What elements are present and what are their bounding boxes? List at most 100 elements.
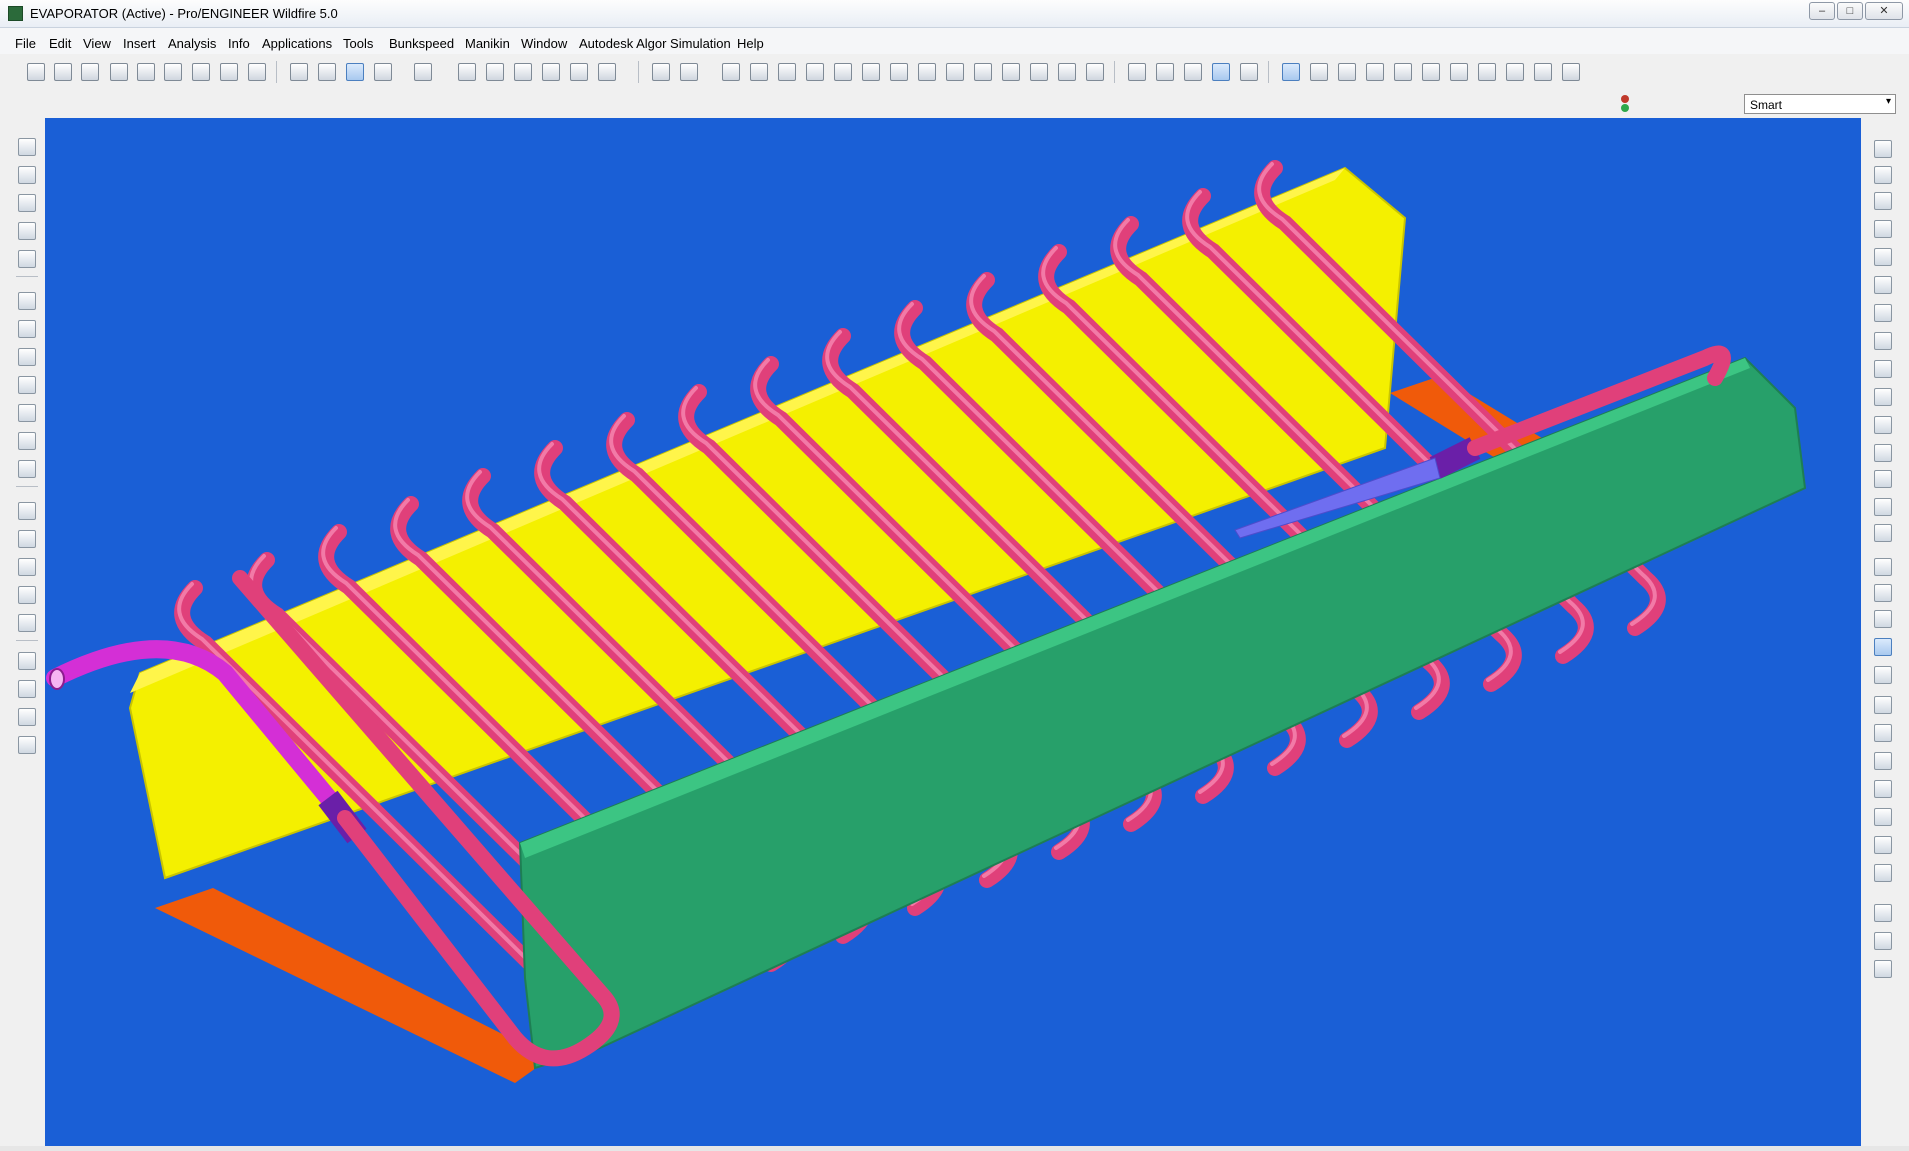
shading-icon[interactable]	[1874, 638, 1892, 656]
regenerate-icon[interactable]	[1874, 192, 1892, 210]
analysis-icon[interactable]	[1874, 932, 1892, 950]
edit-icon[interactable]	[192, 63, 210, 81]
view-manager-icon[interactable]	[1030, 63, 1048, 81]
display-icon[interactable]	[1422, 63, 1440, 81]
revolve-icon[interactable]	[18, 166, 36, 184]
point-icon[interactable]	[1338, 63, 1356, 81]
style-icon[interactable]	[18, 652, 36, 670]
save-icon[interactable]	[1874, 276, 1892, 294]
zoom-in-icon[interactable]	[1874, 388, 1892, 406]
export-icon[interactable]	[1874, 332, 1892, 350]
datum-planes-icon[interactable]	[1282, 63, 1300, 81]
menu-help[interactable]: Help	[737, 36, 764, 51]
video-icon[interactable]	[290, 63, 308, 81]
layers-icon[interactable]	[1874, 166, 1892, 184]
menu-insert[interactable]: Insert	[123, 36, 156, 51]
surface-icon[interactable]	[1874, 666, 1892, 684]
coord-sys-icon[interactable]	[652, 63, 670, 81]
menu-analysis[interactable]: Analysis	[168, 36, 216, 51]
offset-icon[interactable]	[18, 614, 36, 632]
datum-plane-tool-icon[interactable]	[1450, 63, 1468, 81]
saved-views-icon[interactable]	[974, 63, 992, 81]
close-button[interactable]: ✕	[1865, 2, 1903, 20]
datum-plane-icon[interactable]	[1874, 724, 1892, 742]
copy-icon[interactable]	[486, 63, 504, 81]
csys-display-icon[interactable]	[1366, 63, 1384, 81]
blend-icon[interactable]	[18, 222, 36, 240]
sketch-icon[interactable]	[1086, 63, 1104, 81]
close-icon[interactable]	[1562, 63, 1580, 81]
pattern-icon[interactable]	[18, 558, 36, 576]
binoculars-icon[interactable]	[570, 63, 588, 81]
wireframe-icon[interactable]	[1128, 63, 1146, 81]
csys-icon[interactable]	[1874, 836, 1892, 854]
no-hidden-icon[interactable]	[1874, 610, 1892, 628]
graphics-viewport[interactable]	[45, 118, 1861, 1146]
boundary-icon[interactable]	[18, 250, 36, 268]
connect-icon[interactable]	[750, 63, 768, 81]
menu-tools[interactable]: Tools	[343, 36, 373, 51]
pan-icon[interactable]	[806, 63, 824, 81]
menu-applications[interactable]: Applications	[262, 36, 332, 51]
measure-icon[interactable]	[1058, 63, 1076, 81]
close-icon[interactable]	[1874, 864, 1892, 882]
wireframe-icon[interactable]	[1874, 558, 1892, 576]
open-icon[interactable]	[1874, 248, 1892, 266]
window-icon[interactable]	[1874, 220, 1892, 238]
undo-icon[interactable]	[374, 63, 392, 81]
close-window-icon[interactable]	[54, 63, 72, 81]
rib-icon[interactable]	[18, 348, 36, 366]
menu-bunkspeed[interactable]: Bunkspeed	[389, 36, 454, 51]
binoculars-icon[interactable]	[1874, 140, 1892, 158]
trim-icon[interactable]	[18, 460, 36, 478]
rectangle-icon[interactable]	[18, 502, 36, 520]
flexible-icon[interactable]	[18, 736, 36, 754]
reorient-icon[interactable]	[946, 63, 964, 81]
datum-point-tool-icon[interactable]	[1506, 63, 1524, 81]
csys-tool-icon[interactable]	[1534, 63, 1552, 81]
zoom-out-icon[interactable]	[1874, 416, 1892, 434]
new-icon[interactable]	[110, 63, 128, 81]
menu-view[interactable]: View	[83, 36, 111, 51]
shell-icon[interactable]	[18, 320, 36, 338]
reorient-icon[interactable]	[1874, 498, 1892, 516]
curve-icon[interactable]	[1874, 780, 1892, 798]
redo-icon[interactable]	[414, 63, 432, 81]
saved-views-icon[interactable]	[1874, 524, 1892, 542]
annotation-icon[interactable]	[1394, 63, 1412, 81]
menu-file[interactable]: File	[15, 36, 36, 51]
window-icon[interactable]	[27, 63, 45, 81]
menu-edit[interactable]: Edit	[49, 36, 71, 51]
sketch-icon[interactable]	[1874, 904, 1892, 922]
zoom-in-icon[interactable]	[834, 63, 852, 81]
realtime-render-icon[interactable]	[1240, 63, 1258, 81]
regenerate-icon[interactable]	[81, 63, 99, 81]
extrude-icon[interactable]	[18, 138, 36, 156]
feature-icon[interactable]	[1874, 960, 1892, 978]
evaporator-model[interactable]	[45, 118, 1861, 1146]
cut-icon[interactable]	[458, 63, 476, 81]
chevron-down-icon[interactable]: ▾	[1886, 96, 1891, 107]
paste-icon[interactable]	[514, 63, 532, 81]
refit-icon[interactable]	[1874, 444, 1892, 462]
sweep-icon[interactable]	[18, 194, 36, 212]
datum-axis-tool-icon[interactable]	[1478, 63, 1496, 81]
sketch-icon[interactable]	[318, 63, 336, 81]
plane-icon[interactable]	[1874, 696, 1892, 714]
axis-icon[interactable]	[1874, 752, 1892, 770]
round-icon[interactable]	[18, 404, 36, 422]
select-box-icon[interactable]	[598, 63, 616, 81]
view-icon[interactable]	[1874, 360, 1892, 378]
no-hidden-icon[interactable]	[1184, 63, 1202, 81]
minimize-button[interactable]: –	[1809, 2, 1835, 20]
chamfer-icon[interactable]	[18, 432, 36, 450]
open-icon[interactable]	[137, 63, 155, 81]
spin-icon[interactable]	[778, 63, 796, 81]
appearance-icon[interactable]	[680, 63, 698, 81]
shading-icon[interactable]	[1212, 63, 1230, 81]
menu-window[interactable]: Window	[521, 36, 567, 51]
layers-icon[interactable]	[1002, 63, 1020, 81]
point-icon[interactable]	[1874, 808, 1892, 826]
table-icon[interactable]	[18, 708, 36, 726]
hidden-line-icon[interactable]	[1874, 584, 1892, 602]
